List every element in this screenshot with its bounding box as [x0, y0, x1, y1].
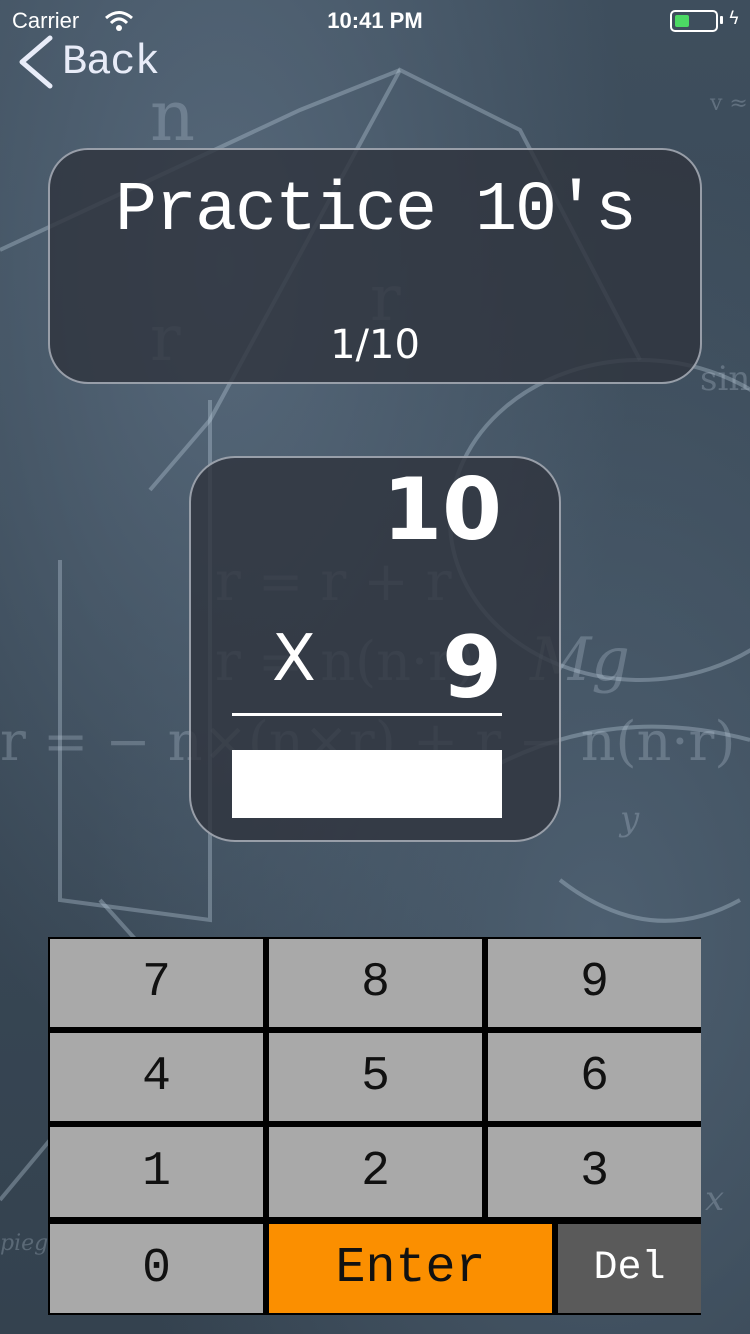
key-9[interactable]: 9: [488, 939, 701, 1027]
key-6[interactable]: 6: [488, 1033, 701, 1121]
multiply-operator: X: [272, 622, 316, 696]
answer-input[interactable]: [232, 750, 502, 818]
battery-icon: [670, 10, 718, 32]
key-5[interactable]: 5: [269, 1033, 482, 1121]
battery-level: [675, 15, 689, 27]
key-8[interactable]: 8: [269, 939, 482, 1027]
key-1[interactable]: 1: [50, 1127, 263, 1217]
bottom-operand: 9: [442, 618, 502, 718]
clock-time: 10:41 PM: [327, 8, 423, 33]
svg-text:x: x: [705, 1179, 724, 1219]
svg-text:v ≈: v ≈: [709, 91, 748, 116]
battery-cap: [720, 16, 723, 24]
delete-button[interactable]: Del: [558, 1224, 701, 1313]
enter-button[interactable]: Enter: [269, 1224, 552, 1313]
number-keypad: 7 8 9 4 5 6 1 2 3 0 Enter Del: [48, 937, 701, 1315]
top-operand: 10: [382, 460, 502, 560]
charging-bolt-icon: ϟ: [728, 8, 740, 29]
back-label: Back: [62, 38, 160, 86]
equals-line: [232, 713, 502, 716]
key-7[interactable]: 7: [50, 939, 263, 1027]
page-title: Practice 10's: [114, 172, 637, 251]
back-button[interactable]: Back: [14, 32, 160, 92]
key-2[interactable]: 2: [269, 1127, 482, 1217]
key-4[interactable]: 4: [50, 1033, 263, 1121]
svg-text:y: y: [618, 799, 640, 839]
key-0[interactable]: 0: [50, 1224, 263, 1313]
question-progress: 1/10: [330, 322, 420, 368]
chevron-left-icon: [19, 35, 53, 89]
key-3[interactable]: 3: [488, 1127, 701, 1217]
